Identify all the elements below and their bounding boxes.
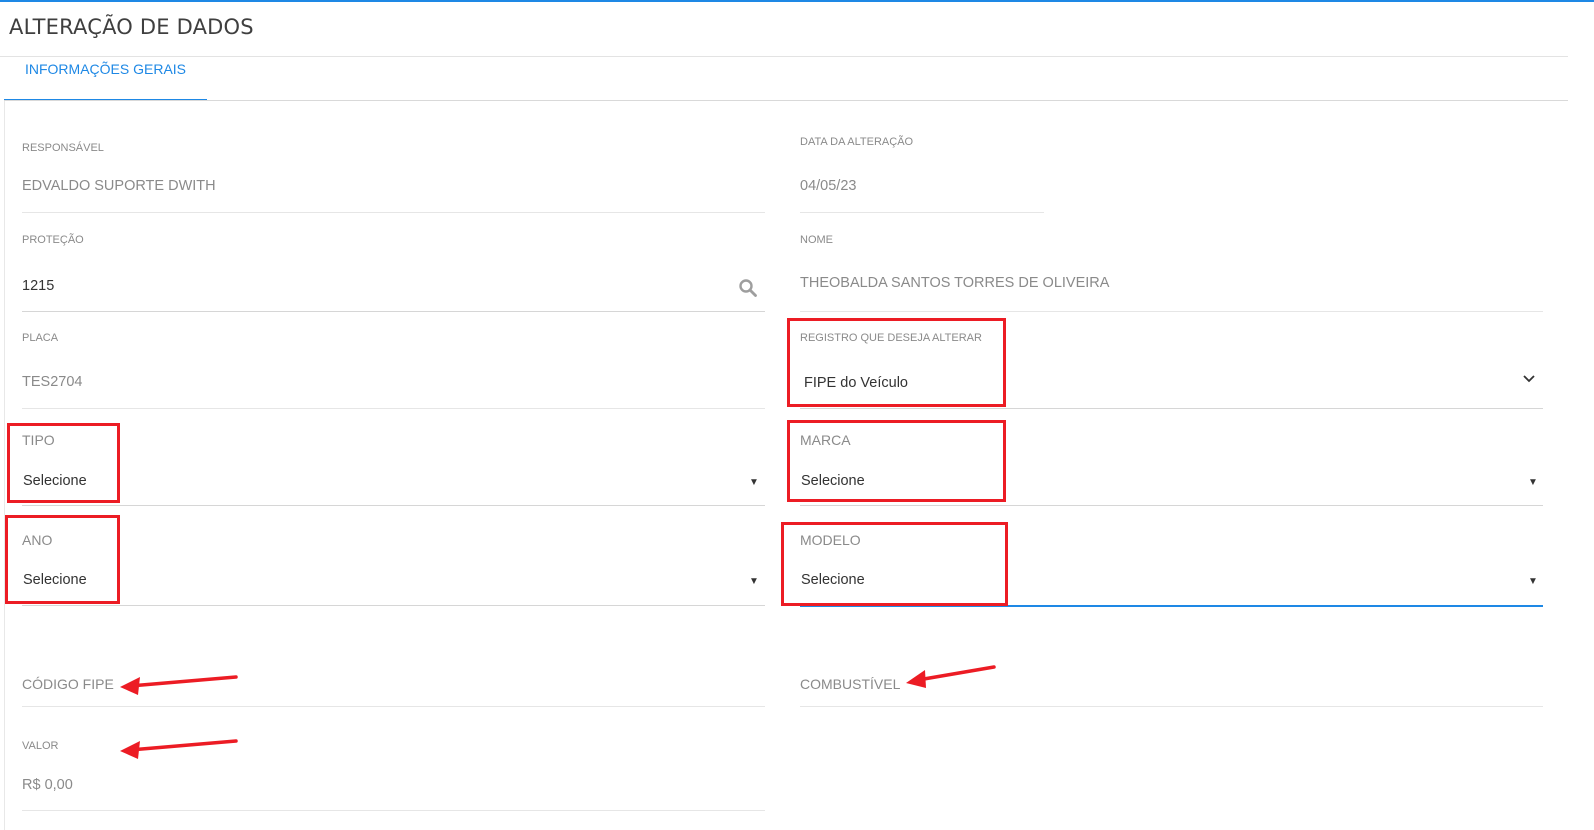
registro-selected-value: FIPE do Veículo bbox=[804, 375, 908, 391]
modelo-label: MODELO bbox=[800, 532, 861, 548]
modelo-underline-focused bbox=[800, 605, 1543, 607]
placa-value: TES2704 bbox=[22, 374, 83, 390]
caret-down-icon[interactable]: ▼ bbox=[1528, 477, 1538, 488]
combustivel-label: COMBUSTÍVEL bbox=[800, 676, 901, 692]
combustivel-underline bbox=[800, 706, 1543, 707]
responsavel-label: RESPONSÁVEL bbox=[22, 142, 104, 154]
codigo-fipe-underline bbox=[22, 706, 765, 707]
valor-field: VALOR R$ 0,00 bbox=[22, 738, 765, 812]
chevron-down-icon[interactable] bbox=[1522, 374, 1536, 384]
valor-label: VALOR bbox=[22, 740, 59, 752]
protecao-underline bbox=[22, 311, 765, 312]
combustivel-field: COMBUSTÍVEL bbox=[800, 674, 1543, 707]
ano-label: ANO bbox=[22, 532, 53, 548]
registro-underline bbox=[800, 408, 1543, 409]
registro-label: REGISTRO QUE DESEJA ALTERAR bbox=[800, 332, 982, 344]
page-title: ALTERAÇÃO DE DADOS bbox=[9, 15, 254, 39]
responsavel-value: EDVALDO SUPORTE DWITH bbox=[22, 178, 216, 194]
data-alteracao-value: 04/05/23 bbox=[800, 178, 857, 194]
modelo-select[interactable]: MODELO Selecione ▼ bbox=[800, 530, 1543, 608]
valor-underline bbox=[22, 810, 765, 811]
valor-value: R$ 0,00 bbox=[22, 777, 73, 793]
responsavel-field: RESPONSÁVEL EDVALDO SUPORTE DWITH bbox=[22, 140, 765, 213]
tipo-label: TIPO bbox=[22, 432, 55, 448]
nome-underline bbox=[800, 311, 1543, 312]
codigo-fipe-label: CÓDIGO FIPE bbox=[22, 676, 114, 692]
content-left-border bbox=[4, 101, 5, 830]
tipo-selected-value: Selecione bbox=[23, 473, 87, 489]
ano-selected-value: Selecione bbox=[23, 572, 87, 588]
caret-down-icon[interactable]: ▼ bbox=[749, 576, 759, 587]
registro-select[interactable]: REGISTRO QUE DESEJA ALTERAR FIPE do Veíc… bbox=[800, 330, 1543, 409]
modelo-selected-value: Selecione bbox=[801, 572, 865, 588]
data-alteracao-label: DATA DA ALTERAÇÃO bbox=[800, 136, 914, 148]
protecao-label: PROTEÇÃO bbox=[22, 234, 84, 246]
tab-label: INFORMAÇÕES GERAIS bbox=[24, 61, 187, 77]
nome-value: THEOBALDA SANTOS TORRES DE OLIVEIRA bbox=[800, 275, 1110, 291]
caret-down-icon[interactable]: ▼ bbox=[749, 477, 759, 488]
placa-underline bbox=[22, 408, 765, 409]
codigo-fipe-field: CÓDIGO FIPE bbox=[22, 674, 765, 707]
data-alteracao-underline bbox=[800, 212, 1044, 213]
tipo-select[interactable]: TIPO Selecione ▼ bbox=[22, 430, 765, 506]
data-alteracao-field: DATA DA ALTERAÇÃO 04/05/23 bbox=[800, 134, 1044, 213]
ano-underline bbox=[22, 605, 765, 606]
marca-select[interactable]: MARCA Selecione ▼ bbox=[800, 430, 1543, 506]
nome-field: NOME THEOBALDA SANTOS TORRES DE OLIVEIRA bbox=[800, 232, 1543, 312]
top-accent-line bbox=[0, 0, 1594, 2]
protecao-input[interactable]: 1215 bbox=[22, 278, 54, 294]
placa-field: PLACA TES2704 bbox=[22, 330, 765, 409]
ano-select[interactable]: ANO Selecione ▼ bbox=[22, 530, 765, 606]
tipo-underline bbox=[22, 505, 765, 506]
tab-informacoes-gerais[interactable]: INFORMAÇÕES GERAIS bbox=[4, 57, 207, 101]
marca-selected-value: Selecione bbox=[801, 473, 865, 489]
tab-divider bbox=[4, 100, 1568, 101]
title-divider bbox=[0, 56, 1568, 57]
nome-label: NOME bbox=[800, 234, 833, 246]
marca-underline bbox=[800, 505, 1543, 506]
caret-down-icon[interactable]: ▼ bbox=[1528, 576, 1538, 587]
search-icon[interactable] bbox=[738, 278, 758, 298]
placa-label: PLACA bbox=[22, 332, 59, 344]
marca-label: MARCA bbox=[800, 432, 851, 448]
protecao-field[interactable]: PROTEÇÃO 1215 bbox=[22, 232, 765, 312]
responsavel-underline bbox=[22, 212, 765, 213]
